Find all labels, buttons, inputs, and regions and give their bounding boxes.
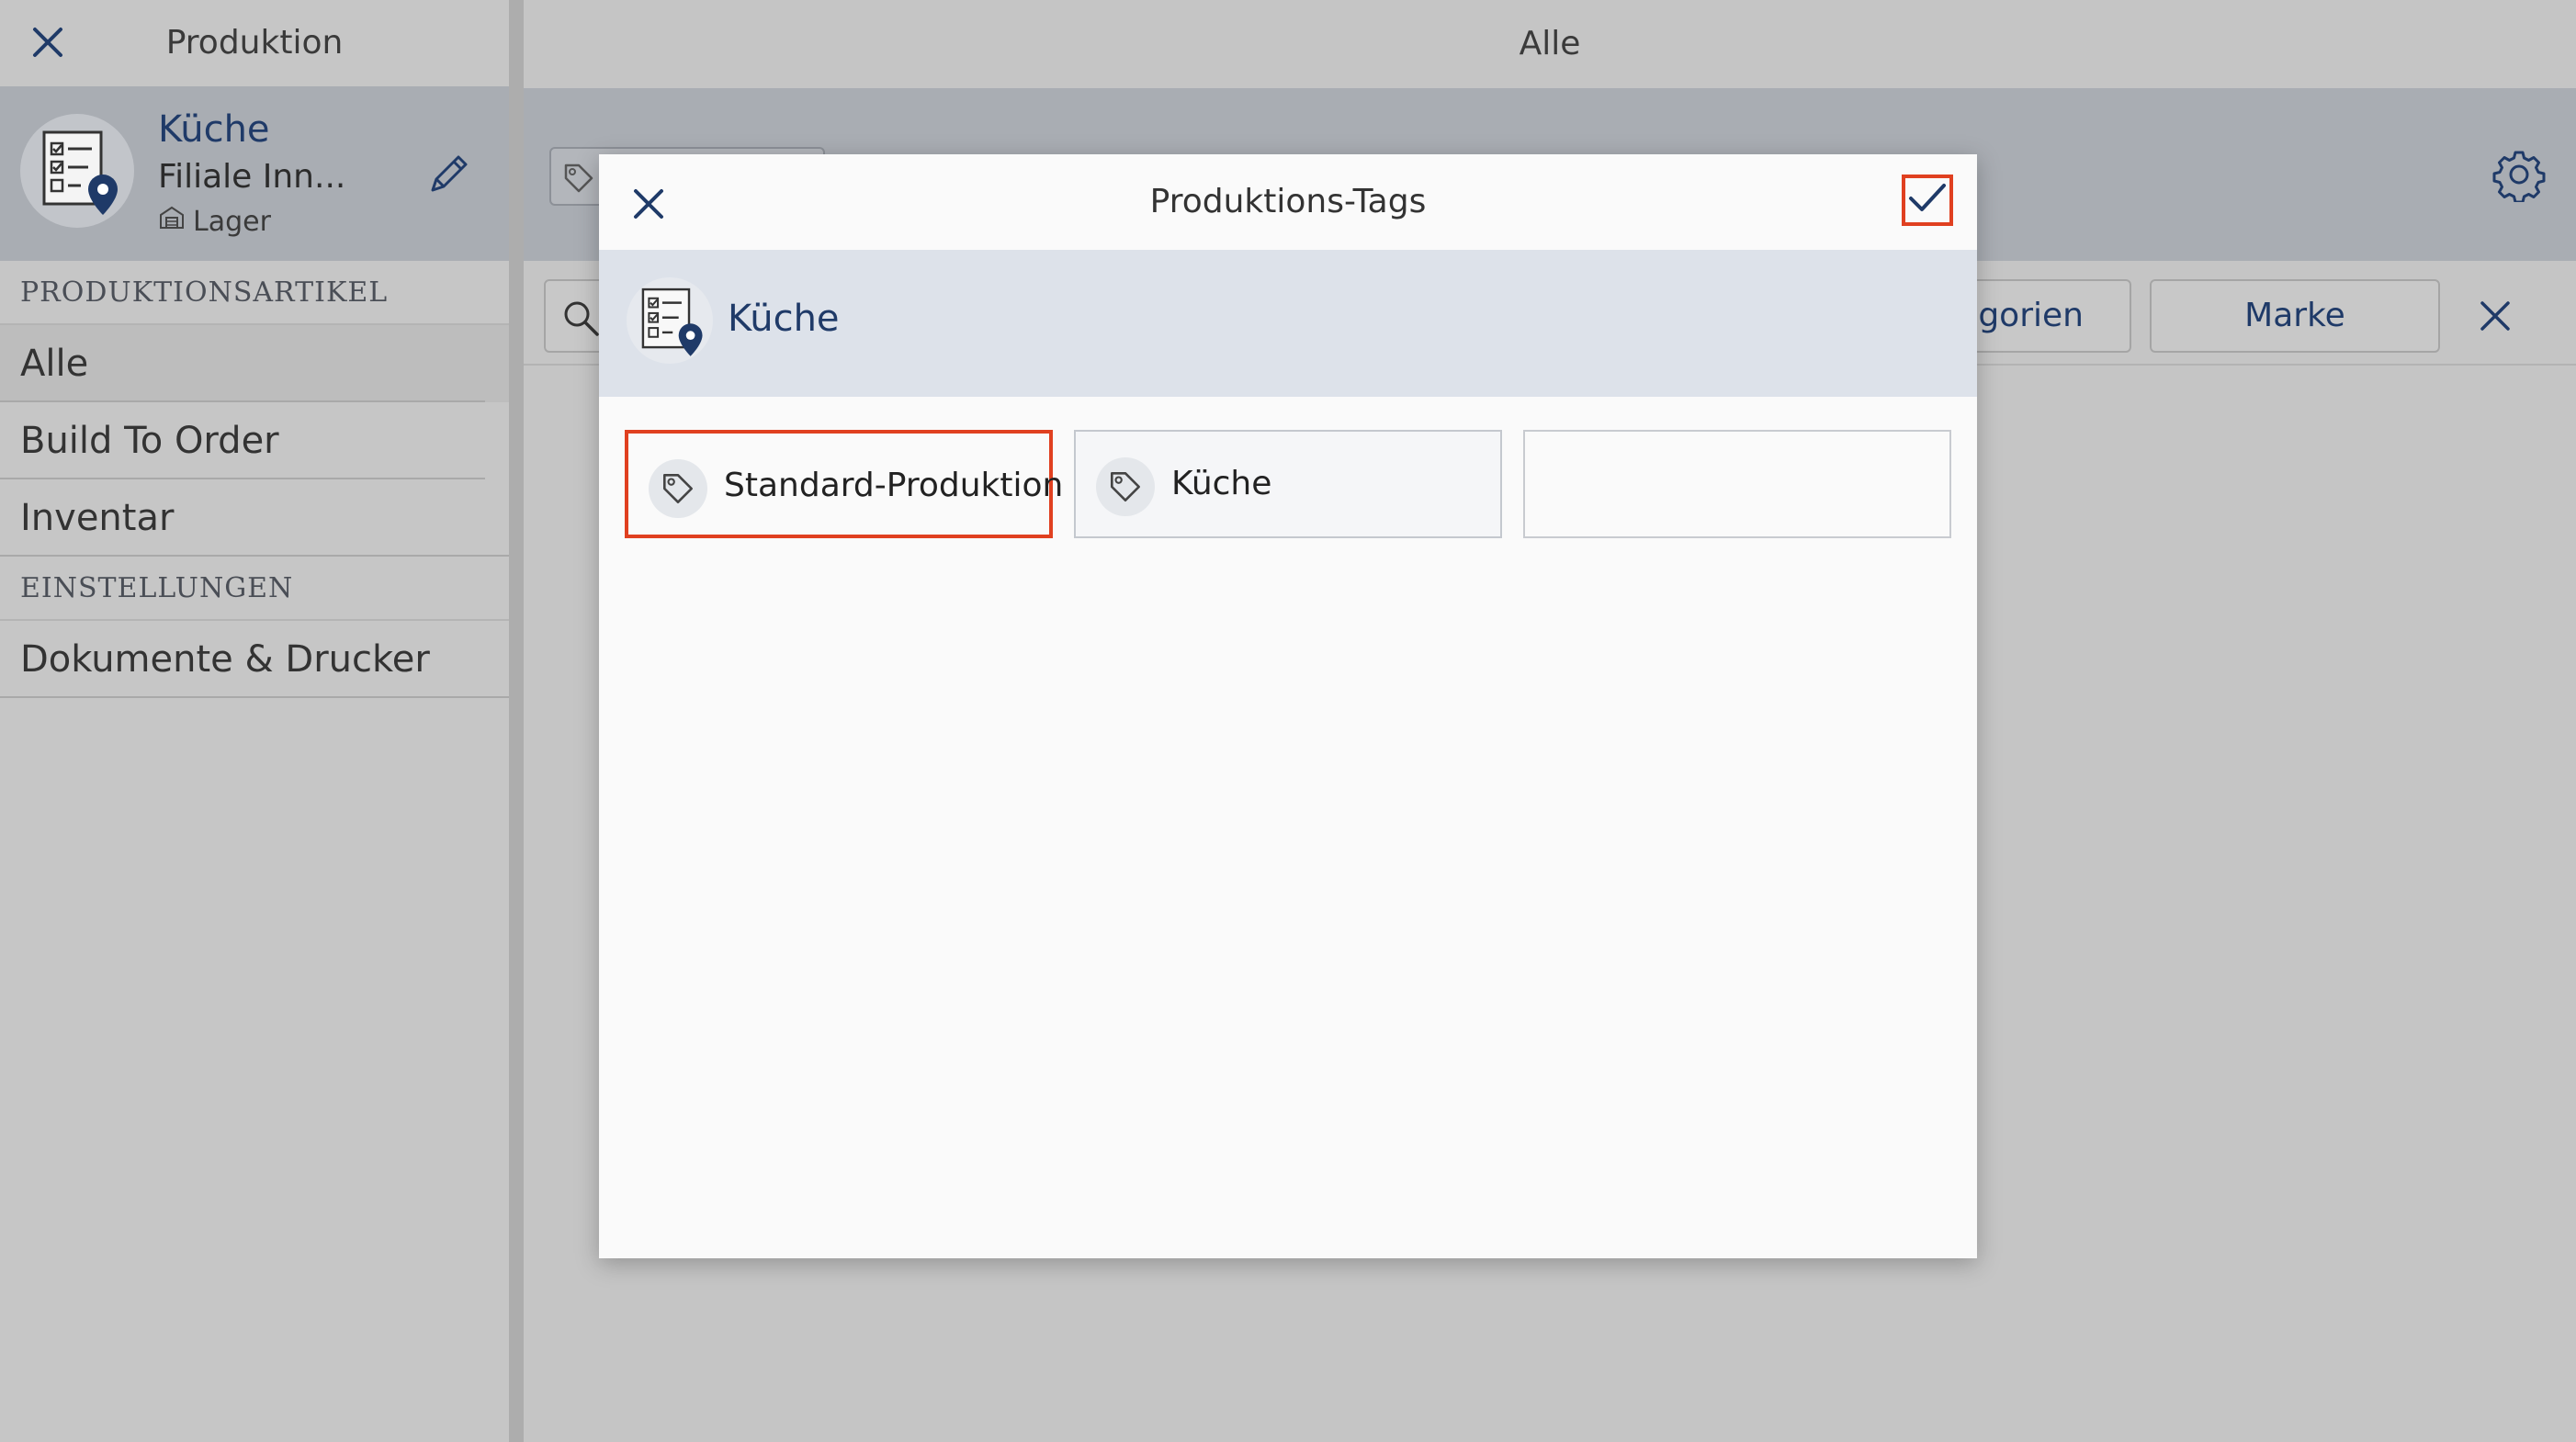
tag-tile-empty[interactable]	[1523, 430, 1951, 538]
tag-icon	[649, 459, 707, 518]
sidebar-item-dokumente-drucker[interactable]: Dokumente & Drucker	[0, 621, 509, 698]
close-icon[interactable]	[2466, 287, 2525, 345]
section-heading-einstellungen: EINSTELLUNGEN	[0, 557, 509, 621]
sidebar-item-label: Dokumente & Drucker	[20, 638, 430, 681]
sidebar-item-inventar[interactable]: Inventar	[0, 479, 509, 557]
sidebar-item-build-to-order[interactable]: Build To Order	[0, 402, 509, 479]
sidebar-title: Produktion	[165, 24, 344, 62]
tag-icon	[1096, 457, 1155, 516]
dialog-location-band: Küche	[599, 250, 1977, 397]
location-name: Küche	[158, 108, 270, 151]
close-icon[interactable]	[623, 178, 674, 230]
tag-tile-kueche[interactable]: Küche	[1074, 430, 1502, 538]
gear-icon[interactable]	[2486, 141, 2552, 208]
sidebar-header: Produktion	[0, 0, 509, 86]
tag-label: Standard-Produktion	[724, 467, 1064, 504]
pencil-icon[interactable]	[417, 141, 481, 206]
tag-tile-standard-produktion[interactable]: Standard-Produktion	[625, 430, 1063, 538]
brand-filter-button[interactable]: Marke	[2150, 279, 2440, 353]
divider	[0, 696, 509, 698]
sidebar-item-label: Build To Order	[20, 420, 279, 462]
tag-label: Küche	[1171, 465, 1272, 502]
dialog-title: Produktions-Tags	[1149, 183, 1427, 220]
warehouse-icon	[158, 204, 186, 239]
section-heading-produktionsartikel: PRODUKTIONSARTIKEL	[0, 261, 509, 325]
sidebar: Produktion Küche Filiale Inn... Lager PR…	[0, 0, 509, 1442]
sidebar-item-label: Alle	[20, 343, 89, 385]
sidebar-item-alle[interactable]: Alle	[0, 325, 509, 402]
search-icon	[560, 298, 601, 342]
pane-divider[interactable]	[509, 0, 524, 1442]
check-icon	[1907, 180, 1948, 220]
location-type-label: Lager	[193, 205, 271, 238]
page-title: Alle	[1519, 25, 1581, 62]
tag-icon	[560, 160, 597, 200]
location-card[interactable]: Küche Filiale Inn... Lager	[0, 86, 509, 261]
tags-grid: Standard-Produktion Küche	[625, 430, 1951, 538]
close-icon[interactable]	[22, 17, 73, 68]
production-tags-dialog: Produktions-Tags Küche Standard-Produkti…	[599, 154, 1977, 1258]
main-header: Alle	[524, 0, 2576, 88]
location-subtitle: Filiale Inn...	[158, 158, 346, 196]
checklist-location-icon	[20, 114, 134, 228]
dialog-header: Produktions-Tags	[599, 154, 1977, 250]
dialog-location-name: Küche	[728, 298, 840, 340]
confirm-button[interactable]	[1902, 175, 1953, 226]
location-type: Lager	[158, 204, 271, 239]
checklist-location-icon	[627, 277, 713, 364]
sidebar-item-label: Inventar	[20, 497, 175, 539]
